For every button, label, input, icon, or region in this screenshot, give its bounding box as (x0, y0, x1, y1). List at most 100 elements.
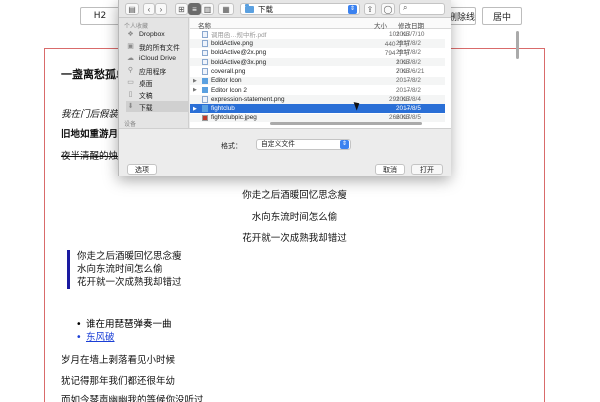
document-icon: ▯ (128, 90, 133, 98)
column-size-header[interactable]: 大小 (374, 20, 387, 30)
tail-line-2: 犹记得那年我们都还很年幼 (61, 376, 176, 387)
horizontal-scrollbar[interactable] (270, 122, 422, 125)
file-name: Editor Icon (211, 77, 242, 85)
file-row[interactable]: fightclubpic.jpeg 266 KB 2017/8/5 (190, 113, 445, 123)
cancel-button[interactable]: 取消 (375, 164, 405, 175)
file-row[interactable]: ▶ Editor Icon 2 -- 2017/8/2 (190, 86, 445, 95)
file-name: 调用函…规中析.pdf (211, 31, 267, 39)
list-item-link[interactable]: 东风破 (76, 331, 172, 344)
icon-view-button[interactable]: ⊞ (175, 3, 188, 15)
file-icon (202, 40, 208, 47)
folder-icon (202, 77, 208, 84)
file-date: 2017/8/5 (396, 114, 421, 122)
file-list: 名称 大小 修改日期 调用函…规中析.pdf 101 KB 2017/7/10 bol… (190, 18, 519, 128)
all-files-icon: ▣ (127, 42, 134, 50)
sidebar-item-downloads[interactable]: ⬇ 下载 (126, 101, 189, 112)
chevron-updown-icon: ⇕ (340, 140, 349, 149)
dialog-sidebar: 个人收藏 ❖ Dropbox ▣ 我的所有文件 ☁ iCloud Drive ⚲… (119, 18, 189, 128)
center-line-2: 水向东流时间怎么偷 (251, 212, 338, 223)
sidebar-toggle-button[interactable]: ▤ (125, 3, 139, 15)
list-item: 谁在用琵琶弹奏一曲 (76, 318, 172, 331)
file-name: fightclub (211, 105, 235, 113)
sidebar-item-icloud[interactable]: ☁ iCloud Drive (126, 53, 189, 64)
file-row[interactable]: coverall.png 7 KB 2017/6/21 (190, 67, 445, 76)
options-button[interactable]: 选项 (127, 164, 157, 175)
tail-line-3: 而如今琴声幽幽我的等候你没听过 (61, 395, 204, 402)
strikethrough-button[interactable]: 删除线 (448, 7, 476, 25)
sidebar-item-label: 应用程序 (139, 68, 167, 76)
file-icon (202, 49, 208, 57)
bullet-list: 谁在用琵琶弹奏一曲 东风破 (76, 318, 172, 344)
file-row[interactable]: ▶ fightclub -- 2017/8/5 (190, 104, 445, 113)
file-date: 2017/8/2 (396, 77, 421, 85)
sidebar-item-dropbox[interactable]: ❖ Dropbox (126, 29, 189, 40)
file-name: coverall.png (211, 67, 246, 75)
file-date: 2017/7/10 (396, 30, 425, 38)
sidebar-item-label: 下载 (139, 104, 153, 112)
list-view-button[interactable]: ≡ (188, 3, 201, 15)
file-icon (202, 96, 208, 103)
disclosure-triangle-icon[interactable]: ▶ (193, 78, 197, 84)
file-date: 2017/6/21 (396, 67, 425, 75)
quote-line-2: 水向东流时间怎么偷 (77, 264, 163, 275)
forward-button[interactable]: › (155, 3, 167, 15)
back-button[interactable]: ‹ (143, 3, 155, 15)
sidebar-section-devices: 设备 (124, 122, 137, 128)
file-name: Editor Icon 2 (211, 86, 247, 94)
file-row[interactable]: boldActive@2x.png 794 字节 2017/8/2 (190, 49, 445, 57)
search-icon: ⌕ (403, 3, 408, 12)
download-icon: ⬇ (127, 102, 134, 110)
list-icon: ≡ (192, 4, 197, 14)
file-icon (202, 31, 208, 38)
file-row[interactable]: ▶ Editor Icon -- 2017/8/2 (190, 76, 445, 85)
open-button[interactable]: 打开 (411, 164, 443, 175)
column-header: 名称 大小 修改日期 (190, 18, 451, 30)
tag-button[interactable]: ◯ (381, 3, 395, 15)
sidebar-item-documents[interactable]: ▯ 文稿 (126, 89, 189, 100)
folder-icon (245, 3, 254, 13)
disclosure-triangle-icon[interactable]: ▶ (193, 106, 197, 112)
file-row[interactable]: 调用函…规中析.pdf 101 KB 2017/7/10 (190, 30, 445, 39)
column-date-header[interactable]: 修改日期 (398, 20, 424, 30)
search-field[interactable]: ⌕ (399, 3, 445, 15)
tail-line-1: 岁月在墙上剥落看见小时候 (61, 355, 176, 366)
file-icon (202, 58, 208, 66)
location-label: 下载 (258, 4, 273, 14)
format-select[interactable]: 自定义文件 ⇕ (256, 139, 351, 150)
sidebar-item-label: 我的所有文件 (139, 44, 180, 52)
center-line-1: 你走之后酒暖回忆思念瘦 (242, 190, 347, 201)
share-button[interactable]: ⇪ (364, 3, 376, 15)
column-name-header[interactable]: 名称 (198, 20, 211, 30)
column-view-button[interactable]: ▥ (201, 3, 214, 15)
file-open-dialog: ▤ ‹ › ⊞ ≡ ▥ ▦ 下载 ⇕ ⇪ ◯ ⌕ 个人收藏 ❖ Dropbox … (118, 0, 519, 176)
location-popup[interactable]: 下载 ⇕ (240, 3, 360, 15)
arrange-button[interactable]: ▦ (218, 3, 234, 15)
sidebar-item-all-files[interactable]: ▣ 我的所有文件 (126, 41, 189, 52)
file-row[interactable]: boldActive@3x.png 1 KB 2017/8/2 (190, 57, 445, 67)
tag-icon: ◯ (383, 4, 393, 14)
arrange-icon: ▦ (222, 4, 230, 14)
file-name: boldActive.png (211, 40, 253, 48)
h2-button[interactable]: H2 (80, 7, 120, 25)
image-file-icon (202, 114, 208, 122)
dialog-footer: 格式： 自定义文件 ⇕ 选项 取消 打开 (119, 128, 451, 176)
vertical-scrollbar[interactable] (516, 31, 519, 59)
disclosure-triangle-icon[interactable]: ▶ (193, 87, 197, 93)
file-date: 2017/8/2 (396, 40, 421, 48)
desktop-icon: ▭ (127, 78, 134, 86)
file-row[interactable]: boldActive.png 440 字节 2017/8/2 (190, 39, 445, 48)
file-name: boldActive@2x.png (211, 49, 267, 57)
chevron-left-icon: ‹ (147, 4, 151, 14)
file-name: fightclubpic.jpeg (211, 114, 257, 122)
cloud-icon: ☁ (127, 54, 134, 62)
sidebar-item-applications[interactable]: ⚲ 应用程序 (126, 65, 189, 76)
center-line-3: 花开就一次成熟我却错过 (242, 233, 347, 244)
center-button[interactable]: 居中 (482, 7, 522, 25)
file-date: 2017/8/2 (396, 58, 421, 66)
chevron-right-icon: › (159, 4, 163, 14)
file-row[interactable]: expression-statement.png 291 KB 2017/8/4 (190, 95, 445, 104)
sidebar-item-label: 文稿 (139, 92, 153, 100)
file-date: 2017/8/4 (396, 95, 421, 103)
folder-icon (202, 86, 208, 94)
sidebar-item-desktop[interactable]: ▭ 桌面 (126, 77, 189, 88)
